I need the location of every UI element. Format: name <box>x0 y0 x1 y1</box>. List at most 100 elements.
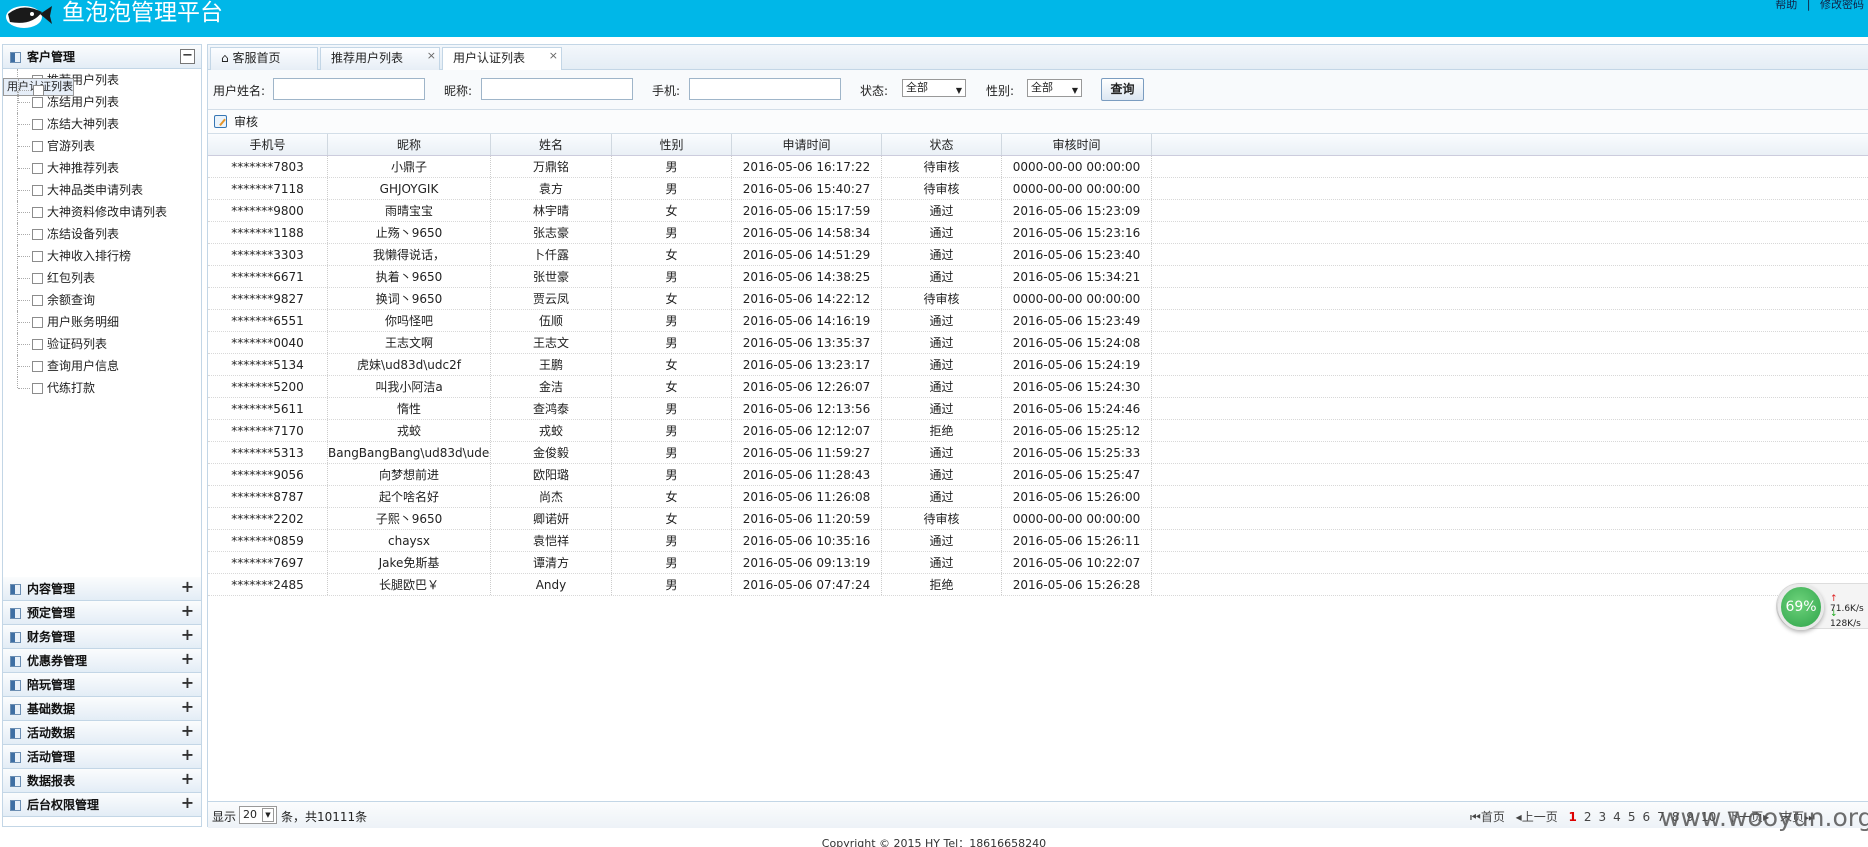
audit-button[interactable]: 审核 <box>214 113 258 131</box>
sidebar-group-activity-data[interactable]: 活动数据 + <box>3 721 201 745</box>
cell-apply-time: 2016-05-06 12:13:56 <box>732 398 882 419</box>
help-link[interactable]: 帮助 <box>1775 0 1797 11</box>
sidebar-group-activity-mgmt[interactable]: 活动管理 + <box>3 745 201 769</box>
item-label: 验证码列表 <box>47 337 108 351</box>
expand-icon[interactable]: + <box>180 627 195 643</box>
chevron-down-icon: ▼ <box>955 86 962 95</box>
expand-icon[interactable]: + <box>180 795 195 811</box>
table-row[interactable]: *******9056 向梦想前进 欧阳璐男 2016-05-06 11:28:43 通… <box>208 464 1868 486</box>
table-row[interactable]: *******6671 执着丶9650 张世豪男 2016-05-06 14:38:2… <box>208 266 1868 288</box>
sidebar-item-god-profile[interactable]: 大神资料修改申请列表 <box>3 201 201 223</box>
close-icon[interactable]: × <box>427 45 436 66</box>
table-row[interactable]: *******9827 换词丶9650 贾云凤女 2016-05-06 14:22:1… <box>208 288 1868 310</box>
sidebar-group-reports[interactable]: 数据报表 + <box>3 769 201 793</box>
status-select[interactable]: 全部 ▼ <box>902 79 966 97</box>
expand-icon[interactable]: + <box>180 603 195 619</box>
table-row[interactable]: *******7803 小鼎子 万鼎铭男 2016-05-06 16:17:22 待审核… <box>208 156 1868 178</box>
gender-select[interactable]: 全部 ▼ <box>1027 79 1082 97</box>
cell-nickname: Jake免斯基 <box>328 552 491 573</box>
expand-icon[interactable]: + <box>180 579 195 595</box>
cell-nickname: 长腿欧巴￥ <box>328 574 491 595</box>
phone-input[interactable] <box>689 78 841 100</box>
table-row[interactable]: *******6551 你吗怪吧 伍顺男 2016-05-06 14:16:19 通过 2… <box>208 310 1868 332</box>
page-number-link[interactable]: 2 <box>1584 810 1592 824</box>
close-icon[interactable]: × <box>549 45 558 66</box>
sidebar-item-god-recommend[interactable]: 大神推荐列表 <box>3 157 201 179</box>
sidebar-item-official[interactable]: 官游列表 <box>3 135 201 157</box>
username-input[interactable] <box>273 78 425 100</box>
sidebar-item-frozen-devices[interactable]: 冻结设备列表 <box>3 223 201 245</box>
page-number-link[interactable]: 6 <box>1642 810 1650 824</box>
sidebar-item-frozen-gods[interactable]: 冻结大神列表 <box>3 113 201 135</box>
sidebar-item-account-detail[interactable]: 用户账务明细 <box>3 311 201 333</box>
sidebar-item-frozen-users[interactable]: 冻结用户列表 <box>3 91 201 113</box>
sidebar-group-coupon[interactable]: 优惠券管理 + <box>3 649 201 673</box>
table-row[interactable]: *******7170 戎蛟 戎蛟男 2016-05-06 12:12:07 拒绝 201… <box>208 420 1868 442</box>
sidebar-group-customer[interactable]: 客户管理 − <box>3 45 201 69</box>
table-row[interactable]: *******5200 叫我小阿洁a 金洁女 2016-05-06 12:26:07 通… <box>208 376 1868 398</box>
table-row[interactable]: *******0859 chaysx 袁恺祥男 2016-05-06 10:35:16… <box>208 530 1868 552</box>
expand-icon[interactable]: + <box>180 747 195 763</box>
expand-icon[interactable]: + <box>180 675 195 691</box>
tab-service-home[interactable]: ⌂ 客服首页 <box>210 47 318 70</box>
column-header-name[interactable]: 姓名 <box>491 134 612 155</box>
expand-icon[interactable]: + <box>180 723 195 739</box>
table-row[interactable]: *******0040 王志文啊 王志文男 2016-05-06 13:35:37 通过… <box>208 332 1868 354</box>
first-page-button[interactable]: ⏮首页 <box>1470 810 1505 824</box>
tab-bar: ⌂ 客服首页 推荐用户列表 × 用户认证列表 × <box>208 45 1868 71</box>
prev-page-button[interactable]: ◂上一页 <box>1516 810 1558 824</box>
column-header-nickname[interactable]: 昵称 <box>328 134 491 155</box>
sidebar-group-content[interactable]: 内容管理 + <box>3 577 201 601</box>
table-row[interactable]: *******2202 子熙丶9650 卿诺妍女 2016-05-06 11:20:5… <box>208 508 1868 530</box>
item-label: 大神收入排行榜 <box>47 249 132 263</box>
sidebar-item-captcha[interactable]: 验证码列表 <box>3 333 201 355</box>
cell-gender: 女 <box>612 244 732 265</box>
sidebar-item-red-packets[interactable]: 红包列表 <box>3 267 201 289</box>
page-number-link[interactable]: 3 <box>1599 810 1607 824</box>
sidebar-item-god-category[interactable]: 大神品类申请列表 <box>3 179 201 201</box>
column-header-audit-time[interactable]: 审核时间 <box>1002 134 1152 155</box>
table-row[interactable]: *******5313 BangBangBang\ud83d\ude- 金俊毅男 20… <box>208 442 1868 464</box>
sidebar-group-permissions[interactable]: 后台权限管理 + <box>3 793 201 817</box>
page-number-link[interactable]: 4 <box>1613 810 1621 824</box>
table-row[interactable]: *******7697 Jake免斯基 谭清方男 2016-05-06 09:13:1… <box>208 552 1868 574</box>
sidebar-item-boost-pay[interactable]: 代练打款 <box>3 377 201 399</box>
expand-icon[interactable]: + <box>180 699 195 715</box>
tab-recommend-users[interactable]: 推荐用户列表 × <box>320 47 440 70</box>
page-number-link[interactable]: 5 <box>1628 810 1636 824</box>
collapse-icon[interactable]: − <box>180 49 195 64</box>
sidebar-group-booking[interactable]: 预定管理 + <box>3 601 201 625</box>
sidebar-item-god-income[interactable]: 大神收入排行榜 <box>3 245 201 267</box>
table-row[interactable]: *******3303 我懒得说话， 卜仟露女 2016-05-06 14:51:29… <box>208 244 1868 266</box>
expand-icon[interactable]: + <box>180 651 195 667</box>
table-row[interactable]: *******1188 止殇丶9650 张志豪男 2016-05-06 14:58:3… <box>208 222 1868 244</box>
cell-status: 通过 <box>882 310 1002 331</box>
network-speed-widget[interactable]: 69% ↑ 71.6K/s ↓ 128K/s <box>1776 583 1868 630</box>
page-number-link[interactable]: 1 <box>1569 810 1577 824</box>
item-label: 冻结用户列表 <box>47 95 120 109</box>
cell-audit-time: 0000-00-00 00:00:00 <box>1002 288 1152 309</box>
sidebar-group-finance[interactable]: 财务管理 + <box>3 625 201 649</box>
tab-user-auth[interactable]: 用户认证列表 × <box>442 47 562 71</box>
column-header-apply-time[interactable]: 申请时间 <box>732 134 882 155</box>
sidebar-group-companion[interactable]: 陪玩管理 + <box>3 673 201 697</box>
table-row[interactable]: *******2485 长腿欧巴￥ Andy 男 2016-05-06 07:47:24… <box>208 574 1868 596</box>
nickname-input[interactable] <box>481 78 633 100</box>
table-row[interactable]: *******7118 GHJOYGIK 袁方男 2016-05-06 15:40:2… <box>208 178 1868 200</box>
change-password-link[interactable]: 修改密码 <box>1820 0 1864 11</box>
query-button[interactable]: 查询 <box>1101 78 1144 101</box>
column-header-gender[interactable]: 性别 <box>612 134 732 155</box>
table-row[interactable]: *******8787 起个啥名好 尚杰女 2016-05-06 11:26:08 通过… <box>208 486 1868 508</box>
expand-icon[interactable]: + <box>180 771 195 787</box>
sidebar-group-basic-data[interactable]: 基础数据 + <box>3 697 201 721</box>
cell-audit-time: 0000-00-00 00:00:00 <box>1002 156 1152 177</box>
table-row[interactable]: *******5611 惰性 查鸿泰男 2016-05-06 12:13:56 通过 20… <box>208 398 1868 420</box>
sidebar-item-balance[interactable]: 余额查询 <box>3 289 201 311</box>
table-row[interactable]: *******5134 虎妹\ud83d\udc2f 王鹏女 2016-05-06 1… <box>208 354 1868 376</box>
sidebar-item-query-user[interactable]: 查询用户信息 <box>3 355 201 377</box>
column-header-status[interactable]: 状态 <box>882 134 1002 155</box>
page-size-select[interactable]: 20 ▼ <box>239 806 277 824</box>
username-label: 用户姓名: <box>213 84 266 98</box>
table-row[interactable]: *******9800 雨晴宝宝 林宇晴女 2016-05-06 15:17:59 通过… <box>208 200 1868 222</box>
column-header-phone[interactable]: 手机号 <box>208 134 328 155</box>
